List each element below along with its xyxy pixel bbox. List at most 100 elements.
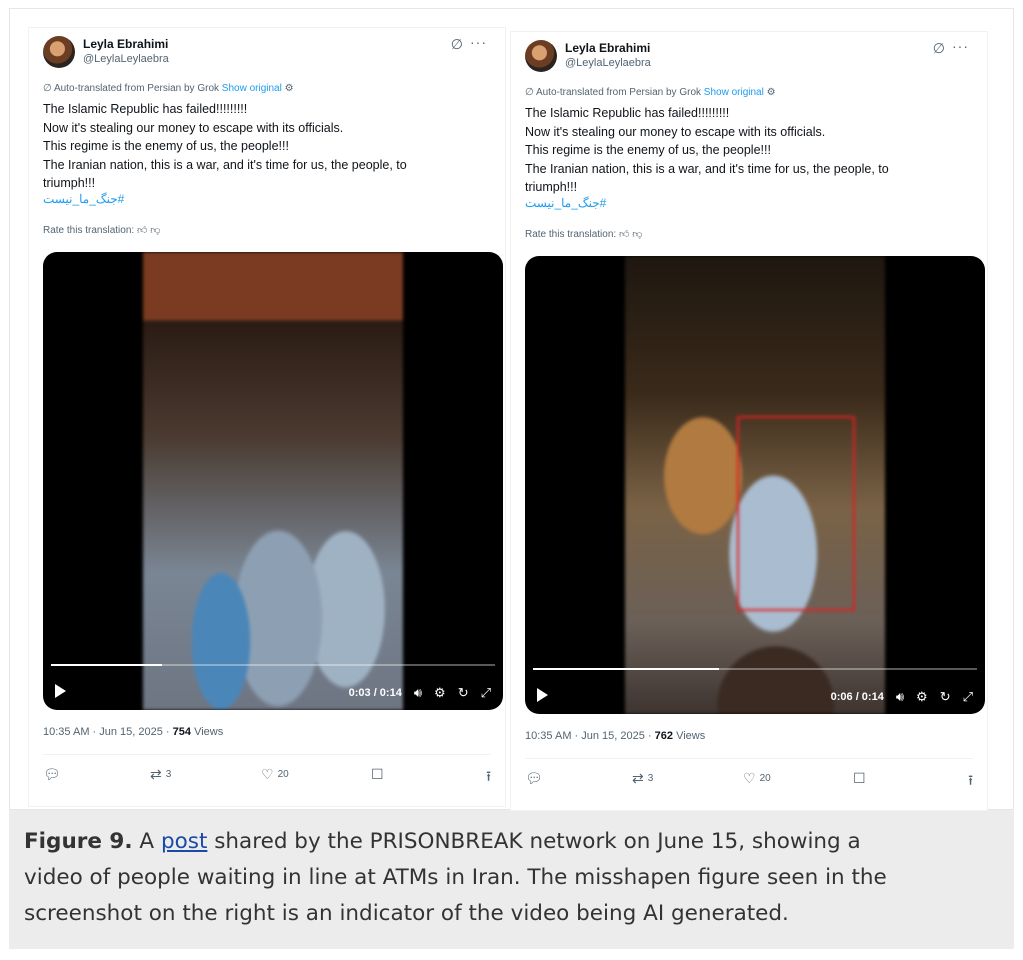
video-player[interactable]: 0:03 / 0:14 🔊︎ ⚙ ↻ ⤢ xyxy=(43,252,503,710)
avatar[interactable] xyxy=(525,40,557,72)
play-icon[interactable] xyxy=(537,688,548,702)
video-time: 0:03 / 0:14 xyxy=(348,687,402,699)
video-progress-track[interactable] xyxy=(51,664,495,666)
retweet-button[interactable]: ⇄ 3 xyxy=(150,766,171,783)
figure-label: Figure 9. xyxy=(24,829,133,854)
rate-translation: Rate this translation: 👍︎ 👎︎ xyxy=(43,224,160,236)
share-button[interactable]: ⭱ xyxy=(968,770,973,794)
bookmark-button[interactable]: ☐ xyxy=(371,766,384,783)
share-icon: ⭱ xyxy=(486,768,491,784)
video-frame[interactable] xyxy=(625,256,885,714)
reply-icon: 💬︎ xyxy=(43,766,61,782)
video-progress-track[interactable] xyxy=(533,668,977,670)
retweet-count: 3 xyxy=(165,769,172,780)
bookmark-icon: ☐ xyxy=(853,770,866,786)
caption-line: screenshot on the right is an indicator … xyxy=(24,901,789,926)
user-name[interactable]: Leyla Ebrahimi xyxy=(565,41,650,55)
divider xyxy=(43,754,491,755)
rate-label: Rate this translation: xyxy=(525,229,617,240)
view-count: 754 xyxy=(172,726,191,738)
hashtag-link[interactable]: #جنگ_ما_نیست xyxy=(525,196,606,210)
tweet-line: triumph!!! xyxy=(43,176,96,190)
show-original-link[interactable]: Show original xyxy=(704,87,764,98)
grok-icon[interactable]: ∅ xyxy=(451,36,463,53)
settings-icon[interactable]: ⚙ xyxy=(767,87,776,98)
timestamp[interactable]: 10:35 AM · Jun 15, 2025 · xyxy=(525,730,655,742)
caption-line: video of people waiting in line at ATMs … xyxy=(24,865,887,890)
like-count: 20 xyxy=(277,769,289,780)
replay-icon[interactable]: ↻ xyxy=(458,685,469,701)
grok-small-icon: ∅ xyxy=(43,83,54,94)
show-original-link[interactable]: Show original xyxy=(222,83,282,94)
grok-icon[interactable]: ∅ xyxy=(933,40,945,57)
tweet-line: triumph!!! xyxy=(525,180,578,194)
user-name[interactable]: Leyla Ebrahimi xyxy=(83,37,168,51)
share-icon: ⭱ xyxy=(968,772,973,788)
translation-notice: ∅ Auto-translated from Persian by Grok S… xyxy=(43,83,294,94)
video-progress-fill xyxy=(51,664,162,666)
reply-icon: 💬︎ xyxy=(525,770,543,786)
thumbs-down-icon[interactable]: 👎︎ xyxy=(632,229,642,240)
figure-caption: Figure 9. A post shared by the PRISONBRE… xyxy=(24,824,984,932)
tweet-line: The Iranian nation, this is a war, and i… xyxy=(43,157,407,172)
tweet-text: The Islamic Republic has failed!!!!!!!!!… xyxy=(525,104,965,197)
retweet-count: 3 xyxy=(647,773,654,784)
translation-notice: ∅ Auto-translated from Persian by Grok S… xyxy=(525,87,776,98)
grok-small-icon: ∅ xyxy=(525,87,536,98)
video-time: 0:06 / 0:14 xyxy=(830,691,884,703)
gear-icon[interactable]: ⚙ xyxy=(434,685,446,701)
bookmark-icon: ☐ xyxy=(371,766,384,782)
caption-text: A xyxy=(132,829,161,854)
share-button[interactable]: ⭱ xyxy=(486,766,491,790)
fullscreen-icon[interactable]: ⤢ xyxy=(481,685,491,701)
bookmark-button[interactable]: ☐ xyxy=(853,770,866,787)
tweet-meta: 10:35 AM · Jun 15, 2025 · 754 Views xyxy=(43,726,223,738)
settings-icon[interactable]: ⚙ xyxy=(285,83,294,94)
reply-button[interactable]: 💬︎ xyxy=(43,766,61,783)
video-controls: 0:06 / 0:14 🔊︎ ⚙ ↻ ⤢ xyxy=(831,689,973,705)
rate-label: Rate this translation: xyxy=(43,225,135,236)
volume-icon[interactable]: 🔊︎ xyxy=(896,689,904,705)
heart-icon: ♡ xyxy=(743,770,756,786)
tweet-meta: 10:35 AM · Jun 15, 2025 · 762 Views xyxy=(525,730,705,742)
reply-button[interactable]: 💬︎ xyxy=(525,770,543,787)
red-highlight-box xyxy=(737,416,855,611)
action-bar: 💬︎ ⇄ 3 ♡ 20 ☐ ⭱ xyxy=(43,766,491,786)
replay-icon[interactable]: ↻ xyxy=(940,689,951,705)
thumbs-down-icon[interactable]: 👎︎ xyxy=(150,225,160,236)
like-button[interactable]: ♡ 20 xyxy=(261,766,289,783)
fullscreen-icon[interactable]: ⤢ xyxy=(963,689,973,705)
thumbs-up-icon[interactable]: 👍︎ xyxy=(137,225,147,236)
video-progress-fill xyxy=(533,668,720,670)
views-label: Views xyxy=(194,726,224,738)
tweet-line: The Iranian nation, this is a war, and i… xyxy=(525,161,889,176)
user-handle[interactable]: @LeylaLeylaebra xyxy=(83,53,169,65)
video-controls: 0:03 / 0:14 🔊︎ ⚙ ↻ ⤢ xyxy=(349,685,491,701)
more-icon[interactable]: ··· xyxy=(952,38,969,54)
user-handle[interactable]: @LeylaLeylaebra xyxy=(565,57,651,69)
volume-icon[interactable]: 🔊︎ xyxy=(414,685,422,701)
tweet-line: The Islamic Republic has failed!!!!!!!!! xyxy=(525,106,730,120)
retweet-icon: ⇄ xyxy=(150,766,162,782)
like-button[interactable]: ♡ 20 xyxy=(743,770,771,787)
hashtag-link[interactable]: #جنگ_ما_نیست xyxy=(43,192,124,206)
translated-prefix: Auto-translated from Persian by Grok xyxy=(53,83,220,94)
retweet-button[interactable]: ⇄ 3 xyxy=(632,770,653,787)
rate-translation: Rate this translation: 👍︎ 👎︎ xyxy=(525,228,642,240)
gear-icon[interactable]: ⚙ xyxy=(916,689,928,705)
thumbs-up-icon[interactable]: 👍︎ xyxy=(619,229,629,240)
avatar[interactable] xyxy=(43,36,75,68)
play-icon[interactable] xyxy=(55,684,66,698)
retweet-icon: ⇄ xyxy=(632,770,644,786)
translated-prefix: Auto-translated from Persian by Grok xyxy=(535,87,702,98)
caption-line: Figure 9. A post shared by the PRISONBRE… xyxy=(24,824,984,860)
more-icon[interactable]: ··· xyxy=(470,34,487,50)
video-player[interactable]: 0:06 / 0:14 🔊︎ ⚙ ↻ ⤢ xyxy=(525,256,985,714)
tweet-line: The Islamic Republic has failed!!!!!!!!! xyxy=(43,102,248,116)
timestamp[interactable]: 10:35 AM · Jun 15, 2025 · xyxy=(43,726,173,738)
divider xyxy=(525,758,973,759)
tweet-right: Leyla Ebrahimi @LeylaLeylaebra ∅ ··· ∅ A… xyxy=(510,31,988,811)
tweet-line: This regime is the enemy of us, the peop… xyxy=(525,143,771,157)
video-frame[interactable] xyxy=(143,252,403,710)
post-link[interactable]: post xyxy=(161,829,207,854)
